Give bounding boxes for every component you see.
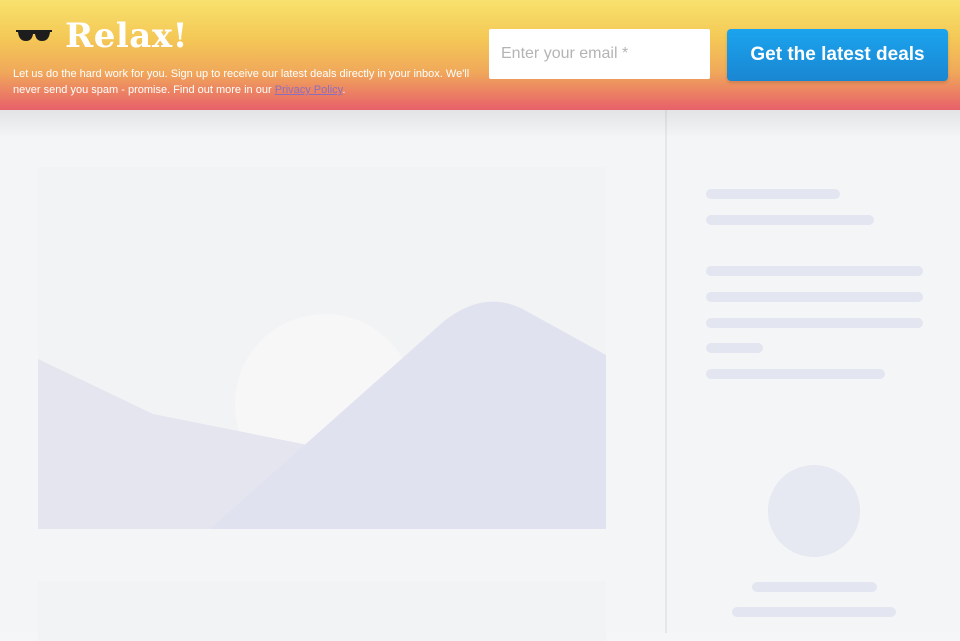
skeleton-line: [706, 369, 885, 379]
skeleton-line: [706, 266, 923, 276]
skeleton-line: [752, 582, 877, 592]
get-latest-deals-button[interactable]: Get the latest deals: [727, 29, 948, 81]
banner-shadow: [0, 110, 960, 138]
avatar-placeholder: [768, 465, 860, 557]
image-placeholder-icon: [38, 167, 606, 529]
privacy-policy-link[interactable]: Privacy Policy: [275, 84, 343, 96]
skeleton-line: [706, 318, 923, 328]
banner-blurb-end: .: [342, 84, 346, 96]
brand: Relax!: [15, 14, 188, 58]
hero-image-placeholder: [38, 167, 606, 529]
banner-description: Let us do the hard work for you. Sign up…: [13, 66, 483, 98]
banner-blurb-text: Let us do the hard work for you. Sign up…: [13, 68, 470, 96]
skeleton-line: [732, 607, 896, 617]
promo-banner: Relax! Let us do the hard work for you. …: [0, 0, 960, 110]
banner-title: Relax!: [65, 16, 189, 56]
content-card-placeholder: [38, 581, 606, 641]
column-divider: [665, 110, 667, 633]
skeleton-line: [706, 189, 840, 199]
skeleton-line: [706, 215, 874, 225]
sunglasses-icon: [16, 30, 52, 41]
skeleton-line: [706, 292, 923, 302]
skeleton-line: [706, 343, 763, 353]
email-input[interactable]: [489, 29, 710, 79]
